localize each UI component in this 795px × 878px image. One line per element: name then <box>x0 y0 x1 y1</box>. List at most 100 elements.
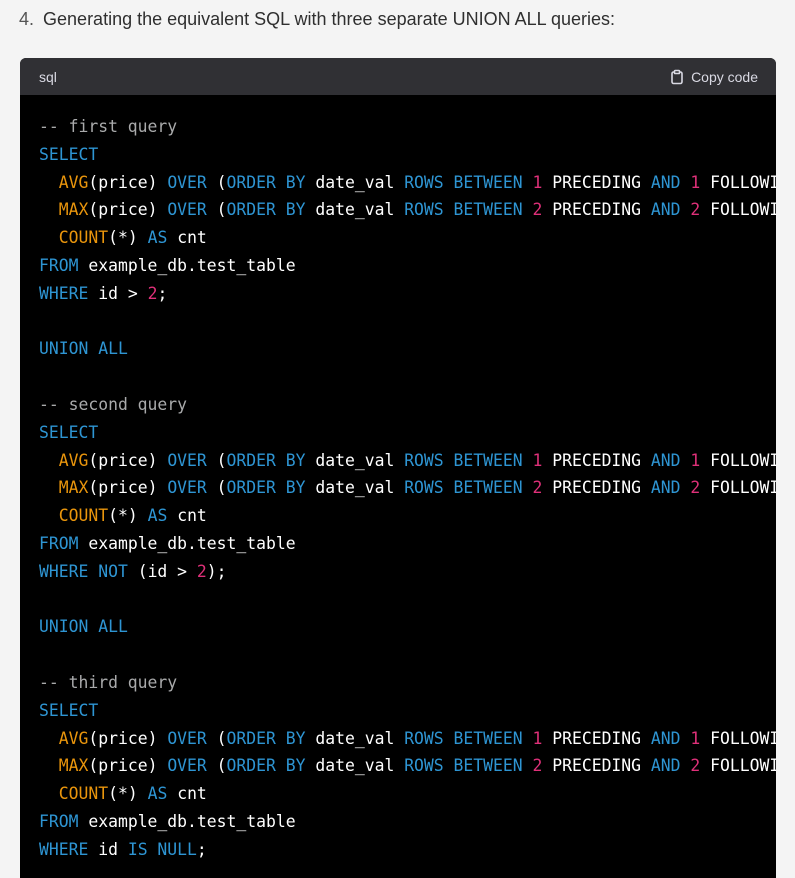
keyword-token: ROWS BETWEEN <box>404 200 523 220</box>
code-text: PRECEDING <box>542 450 651 470</box>
code-text: PRECEDING <box>542 728 651 748</box>
code-text: FOLLOWIN <box>710 478 776 498</box>
keyword-token: AND <box>650 450 681 470</box>
code-text: (price) <box>88 478 168 498</box>
code-text: (price) <box>88 756 168 776</box>
code-text: ( <box>206 450 227 470</box>
code-line: SELECT <box>39 141 776 169</box>
code-text: PRECEDING <box>542 756 651 776</box>
code-text: date_val <box>305 450 405 470</box>
function-token: MAX <box>58 756 89 776</box>
code-text: id > <box>88 283 148 303</box>
comment-token: -- third query <box>39 672 178 692</box>
code-text: (*) <box>108 784 148 804</box>
keyword-token: UNION ALL <box>39 617 128 637</box>
code-line: -- third query <box>39 669 776 697</box>
function-token: COUNT <box>58 506 109 526</box>
keyword-token: ORDER BY <box>226 756 306 776</box>
code-line: AVG(price) OVER (ORDER BY date_val ROWS … <box>39 169 776 197</box>
code-line: COUNT(*) AS cnt <box>39 502 776 530</box>
copy-code-button[interactable]: Copy code <box>669 69 758 85</box>
keyword-token: OVER <box>167 728 207 748</box>
keyword-token: SELECT <box>39 422 99 442</box>
code-text: example_db.test_table <box>78 255 296 275</box>
code-text: date_val <box>305 478 405 498</box>
code-line: FROM example_db.test_table <box>39 530 776 558</box>
keyword-token: AND <box>650 478 681 498</box>
function-token: AVG <box>58 728 89 748</box>
code-text: PRECEDING <box>542 200 651 220</box>
code-text: cnt <box>167 228 207 248</box>
keyword-token: WHERE <box>39 839 89 859</box>
code-text: example_db.test_table <box>78 811 296 831</box>
function-token: MAX <box>58 200 89 220</box>
number-token: 1 <box>532 450 543 470</box>
code-block: sql Copy code -- first query SELECT AVG(p… <box>20 58 776 878</box>
keyword-token: ROWS BETWEEN <box>404 728 523 748</box>
code-text: date_val <box>305 172 405 192</box>
keyword-token: AS <box>147 506 168 526</box>
code-text: (*) <box>108 228 148 248</box>
code-line: MAX(price) OVER (ORDER BY date_val ROWS … <box>39 196 776 224</box>
code-text: date_val <box>305 200 405 220</box>
code-text: ( <box>206 172 227 192</box>
keyword-token: AND <box>650 756 681 776</box>
keyword-token: WHERE <box>39 561 89 581</box>
keyword-token: OVER <box>167 200 207 220</box>
comment-token: -- second query <box>39 394 188 414</box>
keyword-token: FROM <box>39 533 79 553</box>
code-text: PRECEDING <box>542 172 651 192</box>
code-text: FOLLOWIN <box>710 756 776 776</box>
clipboard-icon <box>669 69 685 85</box>
keyword-token: ORDER BY <box>226 478 306 498</box>
code-line: FROM example_db.test_table <box>39 252 776 280</box>
number-token: 2 <box>690 200 701 220</box>
code-line: WHERE NOT (id > 2); <box>39 558 776 586</box>
code-text: (price) <box>88 728 168 748</box>
code-text: (price) <box>88 200 168 220</box>
keyword-token: SELECT <box>39 700 99 720</box>
code-line: -- second query <box>39 391 776 419</box>
number-token: 2 <box>532 200 543 220</box>
code-text: (id > <box>127 561 197 581</box>
code-text: ( <box>206 728 227 748</box>
keyword-token: ROWS BETWEEN <box>404 756 523 776</box>
code-block-header: sql Copy code <box>20 58 776 95</box>
code-text: (price) <box>88 172 168 192</box>
code-text: ( <box>206 756 227 776</box>
code-text: ( <box>206 200 227 220</box>
keyword-token: ROWS BETWEEN <box>404 172 523 192</box>
keyword-token: ROWS BETWEEN <box>404 450 523 470</box>
keyword-token: ORDER BY <box>226 200 306 220</box>
code-text: FOLLOWIN <box>710 450 776 470</box>
code-text: date_val <box>305 756 405 776</box>
copy-code-label: Copy code <box>691 68 758 85</box>
code-text: cnt <box>167 506 207 526</box>
code-line: WHERE id > 2; <box>39 280 776 308</box>
number-token: 1 <box>690 450 701 470</box>
number-token: 2 <box>196 561 207 581</box>
code-text: example_db.test_table <box>78 533 296 553</box>
function-token: AVG <box>58 172 89 192</box>
code-text: FOLLOWIN <box>710 200 776 220</box>
code-line: COUNT(*) AS cnt <box>39 224 776 252</box>
code-line: MAX(price) OVER (ORDER BY date_val ROWS … <box>39 752 776 780</box>
